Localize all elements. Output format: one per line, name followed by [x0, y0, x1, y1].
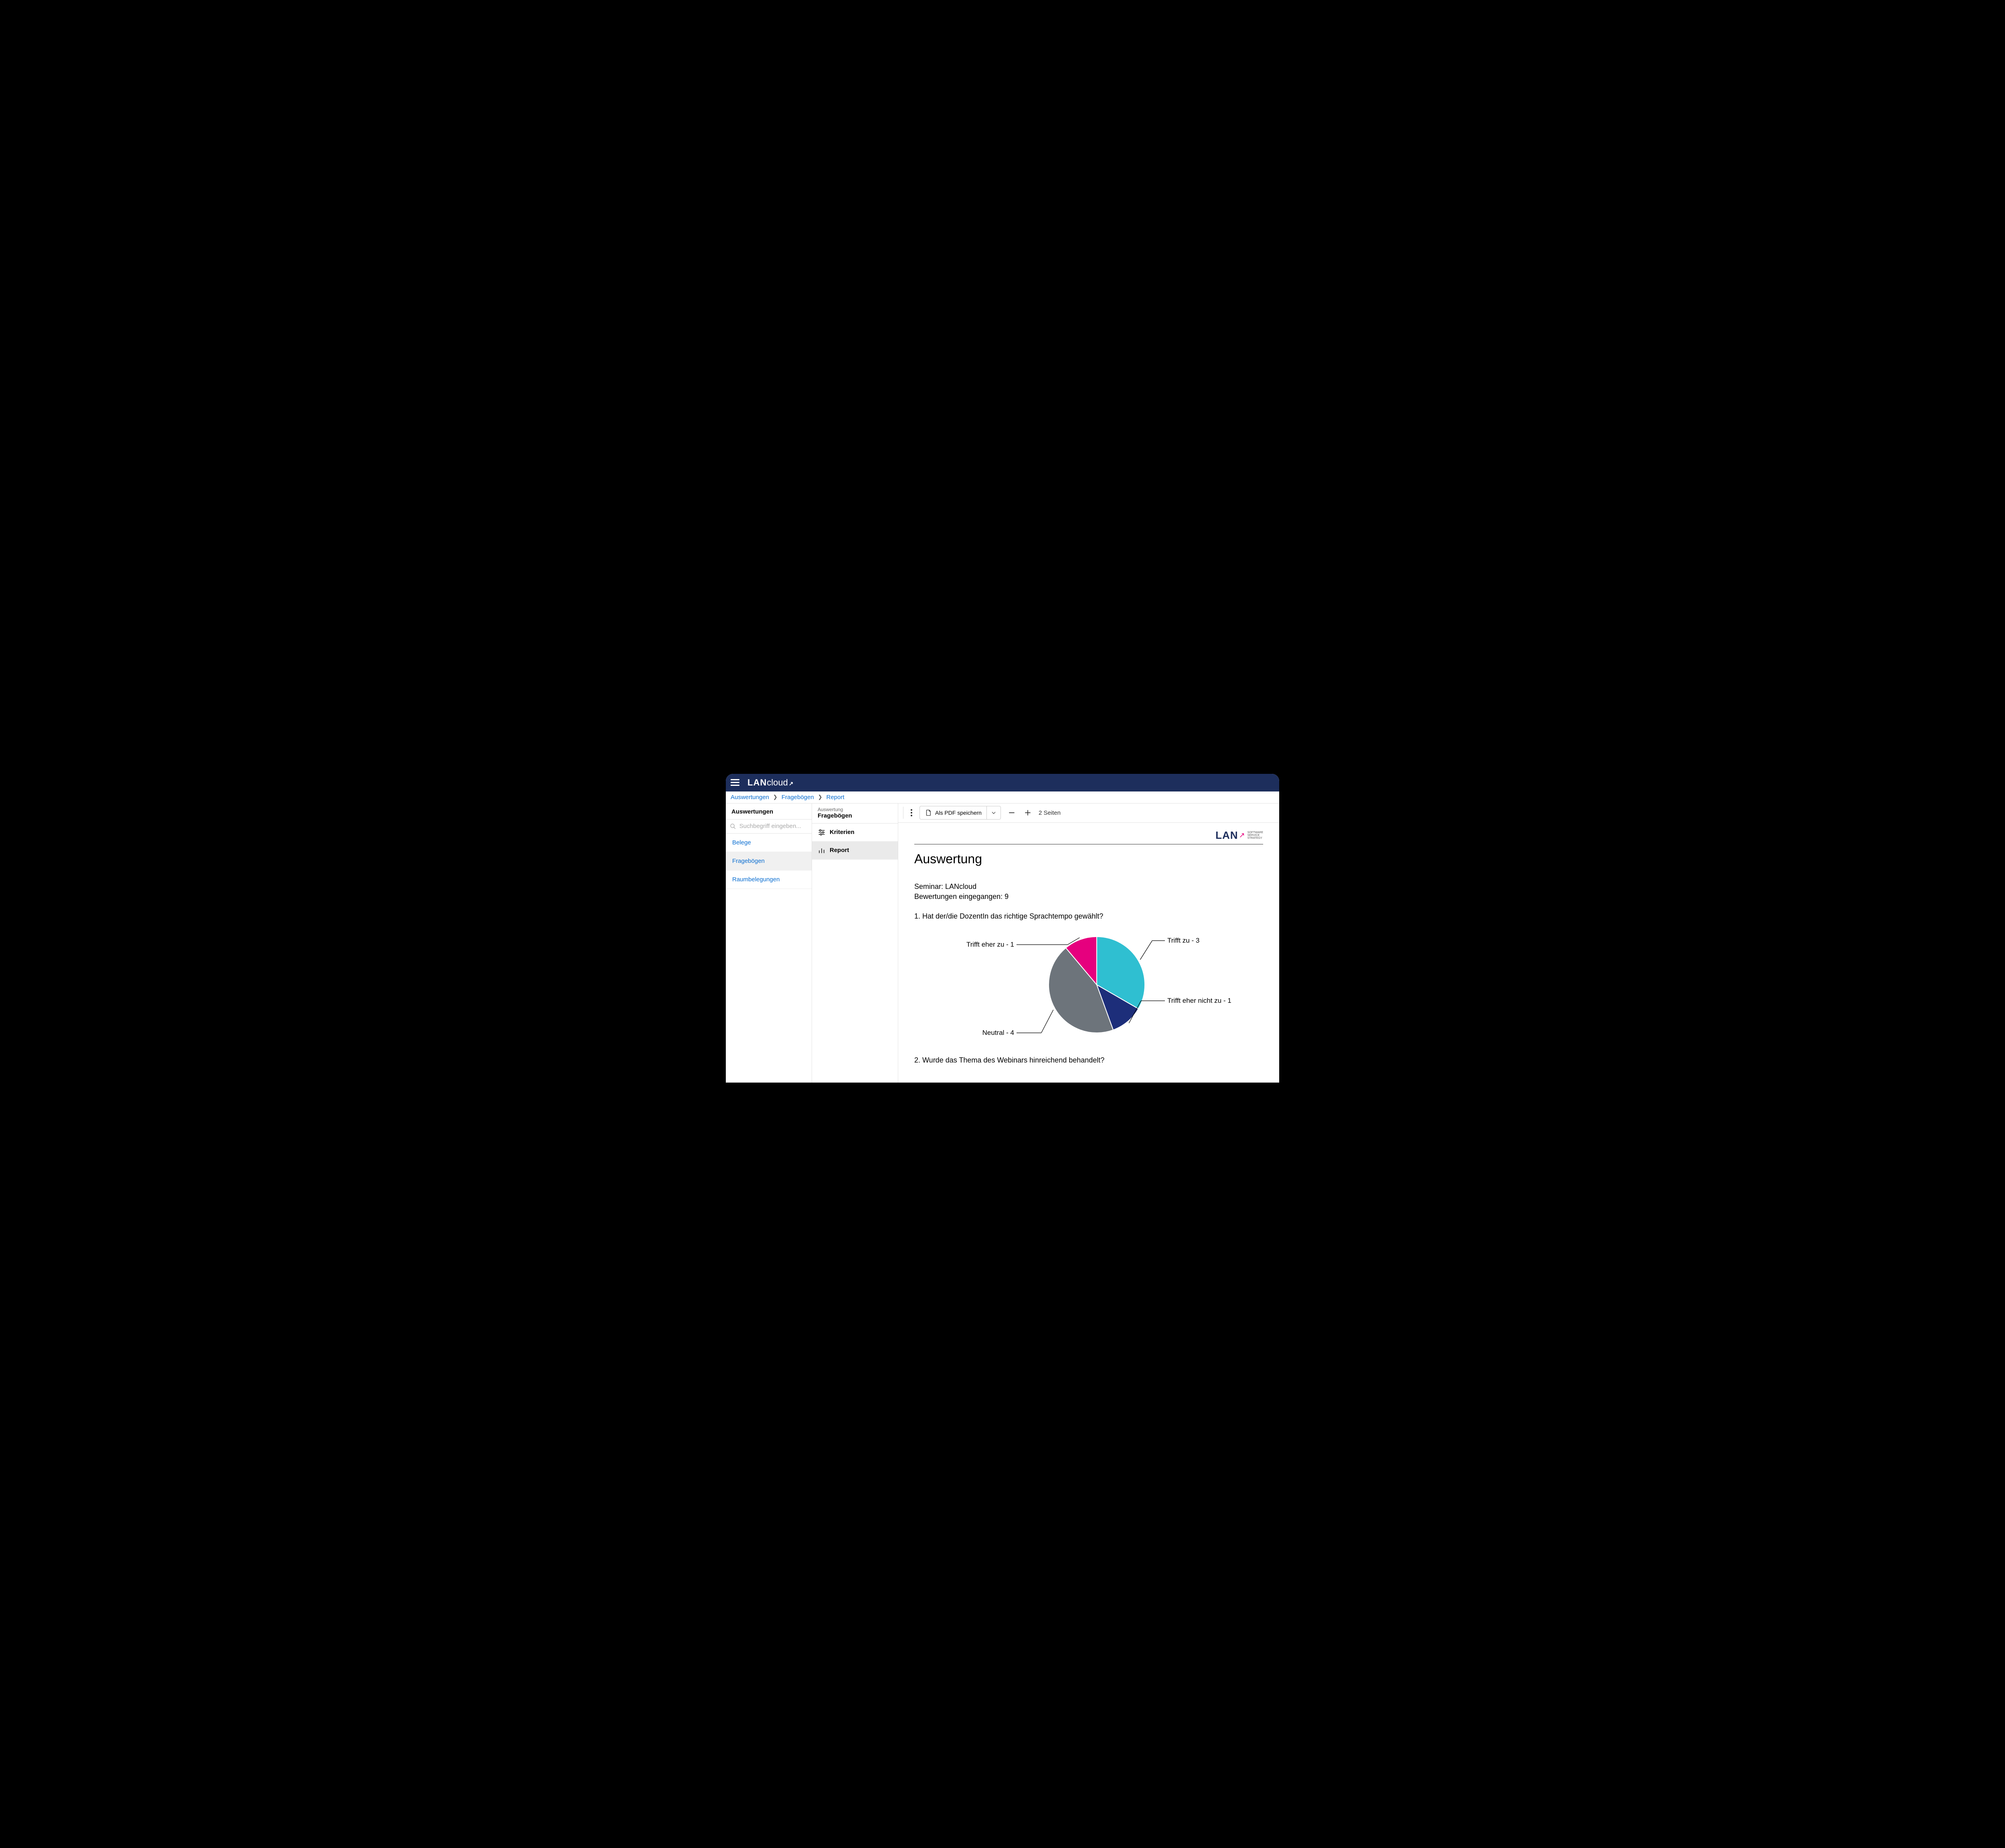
- app-header: LANcloud↗: [726, 774, 1279, 791]
- secondary-header-big: Fragebögen: [818, 812, 892, 819]
- pie-label: Trifft eher nicht zu - 1: [1167, 997, 1231, 1004]
- save-pdf-button[interactable]: Als PDF speichern: [919, 806, 1001, 820]
- bar-chart-icon: [818, 846, 826, 854]
- sidebar-item-belege[interactable]: Belege: [726, 834, 812, 852]
- screen: LANcloud↗ Auswertungen ❯ Fragebögen ❯ Re…: [726, 774, 1279, 1083]
- more-actions-icon[interactable]: [909, 808, 914, 818]
- content-area: Als PDF speichern 2 Seiten: [898, 804, 1279, 1083]
- save-pdf-label: Als PDF speichern: [935, 810, 982, 816]
- report-logo: LAN↗ SOFTWARE SERVICE STRATEGY: [914, 829, 1263, 842]
- secondary-header-small: Auswertung: [818, 807, 892, 812]
- breadcrumb-item[interactable]: Fragebögen: [782, 794, 814, 801]
- sidebar-item-raumbelegungen[interactable]: Raumbelegungen: [726, 870, 812, 889]
- breadcrumb-item[interactable]: Auswertungen: [731, 794, 769, 801]
- chevron-right-icon: ❯: [818, 794, 822, 800]
- plus-icon: [1024, 809, 1032, 817]
- sidebar-title: Auswertungen: [726, 804, 812, 819]
- search-input[interactable]: [739, 823, 808, 830]
- page-count: 2 Seiten: [1039, 810, 1061, 816]
- breadcrumb-item[interactable]: Report: [826, 794, 845, 801]
- tab-label: Report: [830, 847, 849, 854]
- sidebar-primary: Auswertungen Belege Fragebögen Raumbeleg…: [726, 804, 812, 1083]
- save-pdf-dropdown[interactable]: [986, 806, 1000, 819]
- report-logo-arrow-icon: ↗: [1239, 831, 1245, 840]
- pie-chart: Trifft zu - 3 Trifft eher nicht zu - 1 Neu…: [914, 925, 1263, 1045]
- brand-logo: LANcloud↗: [747, 777, 794, 788]
- pie-label: Neutral - 4: [982, 1029, 1014, 1036]
- ratings-line: Bewertungen eingegangen: 9: [914, 893, 1263, 901]
- minus-icon: [1008, 809, 1016, 817]
- brand-thin: cloud: [767, 777, 788, 788]
- pie-chart-svg: Trifft zu - 3 Trifft eher nicht zu - 1 Neu…: [944, 925, 1233, 1045]
- report-title: Auswertung: [914, 852, 1263, 866]
- question-2: 2. Wurde das Thema des Webinars hinreich…: [914, 1056, 1263, 1065]
- sidebar-item-frageboegen[interactable]: Fragebögen: [726, 852, 812, 870]
- main-layout: Auswertungen Belege Fragebögen Raumbeleg…: [726, 804, 1279, 1083]
- device-frame: LANcloud↗ Auswertungen ❯ Fragebögen ❯ Re…: [714, 762, 1291, 1087]
- report-logo-sub: SOFTWARE SERVICE STRATEGY: [1248, 831, 1263, 840]
- zoom-out-button[interactable]: [1007, 808, 1017, 818]
- report-toolbar: Als PDF speichern 2 Seiten: [898, 804, 1279, 823]
- seminar-line: Seminar: LANcloud: [914, 883, 1263, 891]
- menu-icon[interactable]: [731, 779, 739, 786]
- search-field-wrap: [726, 819, 812, 834]
- sliders-icon: [818, 828, 826, 836]
- pie-label: Trifft zu - 3: [1167, 937, 1199, 944]
- tab-label: Kriterien: [830, 829, 855, 836]
- question-1: 1. Hat der/die DozentIn das richtige Spr…: [914, 912, 1263, 921]
- report-logo-text: LAN: [1215, 829, 1238, 842]
- tab-kriterien[interactable]: Kriterien: [812, 824, 898, 842]
- search-icon: [730, 823, 736, 830]
- chevron-right-icon: ❯: [773, 794, 778, 800]
- pdf-icon: [925, 809, 932, 817]
- secondary-header: Auswertung Fragebögen: [812, 804, 898, 824]
- brand-bold: LAN: [747, 777, 767, 788]
- brand-arrow-icon: ↗: [789, 780, 794, 787]
- zoom-in-button[interactable]: [1023, 808, 1033, 818]
- chevron-down-icon: [991, 810, 996, 816]
- sidebar-secondary: Auswertung Fragebögen Kriterien Report: [812, 804, 898, 1083]
- tab-report[interactable]: Report: [812, 842, 898, 860]
- report-body: LAN↗ SOFTWARE SERVICE STRATEGY Auswertun…: [898, 823, 1279, 1083]
- breadcrumb: Auswertungen ❯ Fragebögen ❯ Report: [726, 791, 1279, 804]
- pie-label: Trifft eher zu - 1: [966, 941, 1014, 948]
